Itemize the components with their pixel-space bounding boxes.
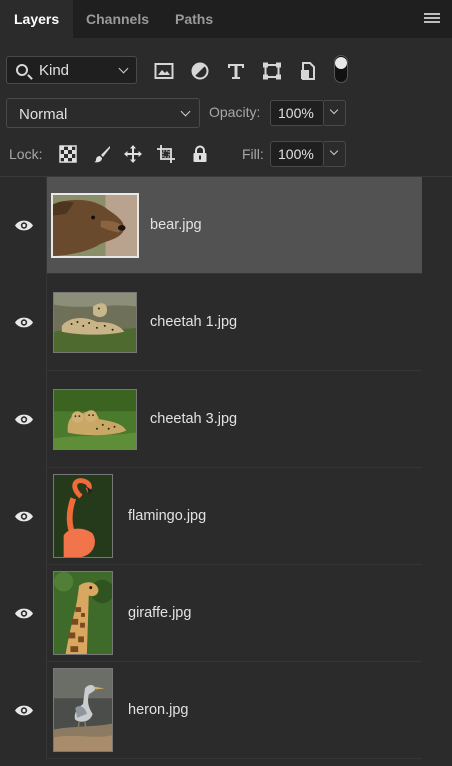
tab-paths[interactable]: Paths [175, 0, 213, 38]
layer-name[interactable]: cheetah 3.jpg [150, 411, 237, 427]
eye-icon[interactable] [14, 607, 34, 620]
adjustment-filter-icon[interactable] [190, 62, 210, 80]
layer-row-bear[interactable]: bear.jpg [0, 177, 422, 274]
opacity-field[interactable]: 100% [270, 100, 324, 126]
visibility-column [0, 177, 47, 274]
lock-all-icon[interactable] [191, 145, 209, 163]
layer-thumbnail [51, 193, 139, 258]
eye-icon[interactable] [14, 219, 34, 232]
layers-list: bear.jpg cheetah 1.jpg cheetah 3.jpg fla… [0, 177, 452, 766]
search-icon [16, 64, 28, 76]
lock-artboard-icon[interactable] [157, 145, 175, 163]
blend-mode-label: Normal [19, 106, 68, 123]
lock-row: Lock: Fill: 100% [0, 138, 452, 170]
visibility-column [0, 468, 47, 565]
blend-mode-select[interactable]: Normal [6, 98, 200, 128]
layer-name[interactable]: heron.jpg [128, 702, 188, 718]
layer-filter-row: Kind [0, 52, 452, 88]
visibility-column [0, 371, 47, 468]
layer-thumbnail [53, 389, 137, 450]
layer-row-flamingo[interactable]: flamingo.jpg [0, 468, 422, 565]
visibility-column [0, 274, 47, 371]
lock-position-icon[interactable] [124, 145, 142, 163]
fill-field[interactable]: 100% [270, 141, 324, 167]
visibility-column [0, 662, 47, 759]
smart-object-filter-icon[interactable] [298, 62, 318, 80]
panel-tab-bar: Layers Channels Paths [0, 0, 452, 38]
chevron-down-icon [329, 146, 339, 156]
panel-menu-icon[interactable] [424, 13, 440, 26]
layer-name[interactable]: bear.jpg [150, 217, 202, 233]
shape-filter-icon[interactable] [262, 62, 282, 80]
chevron-down-icon [180, 106, 191, 117]
opacity-dropdown[interactable] [324, 100, 346, 126]
layer-row-giraffe[interactable]: giraffe.jpg [0, 565, 422, 662]
layer-thumbnail [53, 292, 137, 353]
lock-image-pixels-icon[interactable] [93, 145, 111, 163]
layers-scrollbar[interactable] [422, 177, 452, 766]
eye-icon[interactable] [14, 704, 34, 717]
layer-thumbnail [53, 571, 113, 655]
visibility-column [0, 565, 47, 662]
layer-thumbnail [53, 668, 113, 752]
filter-toggle-switch[interactable] [334, 55, 348, 83]
opacity-label: Opacity: [209, 104, 261, 120]
filter-kind-select[interactable]: Kind [6, 56, 137, 84]
fill-dropdown[interactable] [324, 141, 346, 167]
fill-label: Fill: [242, 146, 264, 162]
layer-name[interactable]: cheetah 1.jpg [150, 314, 237, 330]
chevron-down-icon [329, 105, 339, 115]
tab-layers[interactable]: Layers [0, 0, 74, 38]
filter-kind-label: Kind [39, 62, 70, 79]
layer-name[interactable]: giraffe.jpg [128, 605, 191, 621]
chevron-down-icon [118, 63, 129, 74]
lock-transparent-pixels-icon[interactable] [59, 145, 77, 163]
layer-name[interactable]: flamingo.jpg [128, 508, 206, 524]
image-filter-icon[interactable] [154, 62, 174, 80]
layer-thumbnail [53, 474, 113, 558]
layer-row-cheetah-3[interactable]: cheetah 3.jpg [0, 371, 422, 468]
eye-icon[interactable] [14, 510, 34, 523]
layer-row-heron[interactable]: heron.jpg [0, 662, 422, 759]
type-filter-icon[interactable] [226, 62, 246, 80]
layer-row-cheetah-1[interactable]: cheetah 1.jpg [0, 274, 422, 371]
eye-icon[interactable] [14, 316, 34, 329]
eye-icon[interactable] [14, 413, 34, 426]
blend-row: Normal Opacity: 100% [0, 96, 452, 130]
lock-label: Lock: [9, 146, 43, 162]
tab-channels[interactable]: Channels [86, 0, 149, 38]
